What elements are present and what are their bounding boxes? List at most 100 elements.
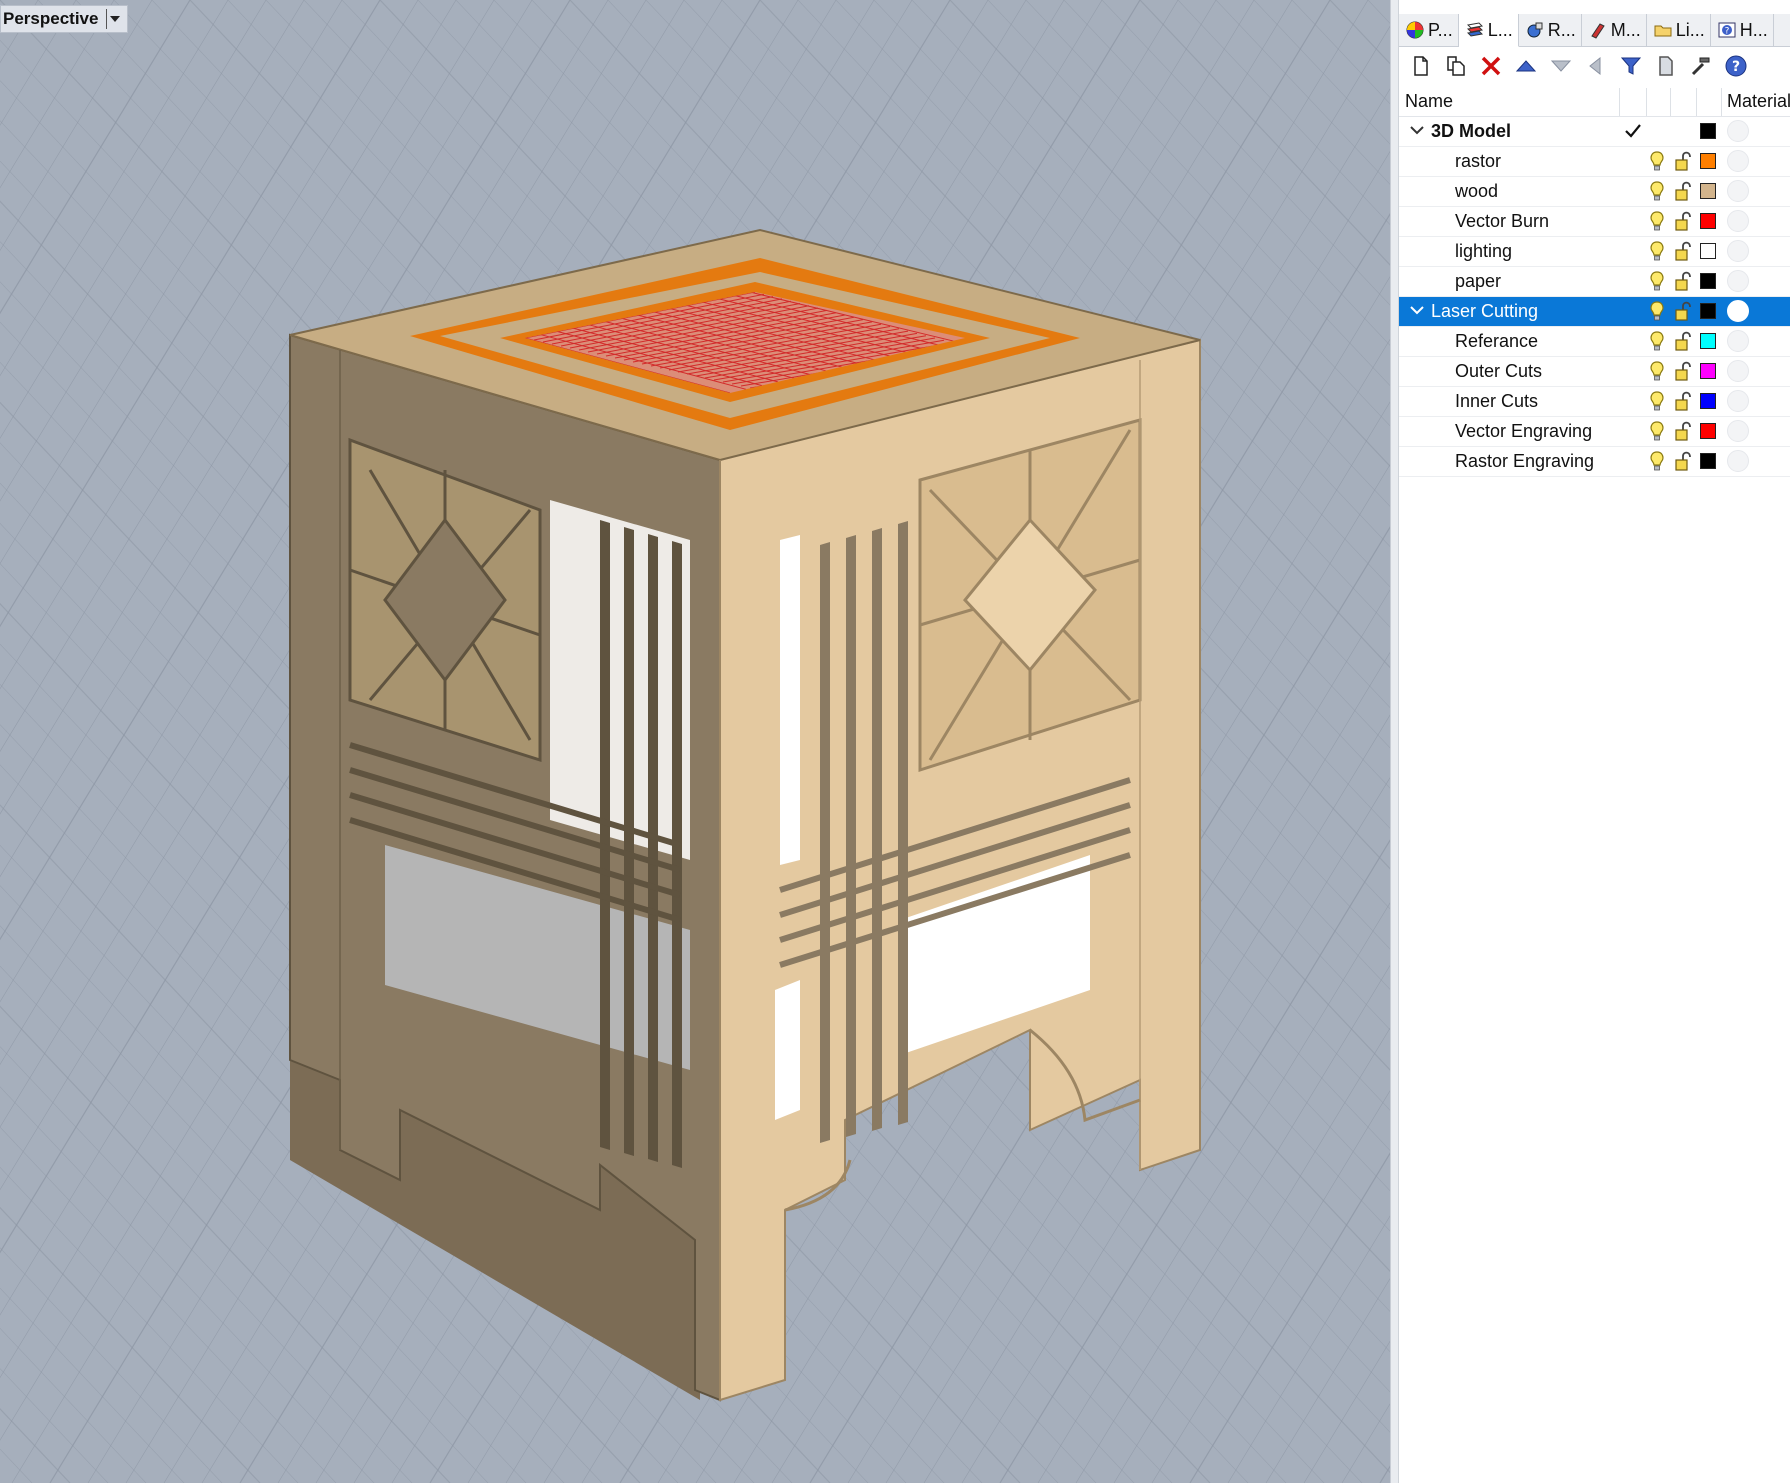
move-layer-down-button[interactable]: [1543, 50, 1578, 82]
layer-row[interactable]: rastor: [1399, 147, 1790, 177]
new-sublayer-button[interactable]: [1438, 50, 1473, 82]
unlocked-icon[interactable]: [1673, 450, 1693, 472]
unlocked-icon[interactable]: [1673, 300, 1693, 322]
layer-row[interactable]: Referance: [1399, 327, 1790, 357]
help-button[interactable]: ?: [1718, 50, 1753, 82]
panel-tab-properties[interactable]: P...: [1399, 14, 1459, 46]
viewport-title[interactable]: Perspective: [0, 5, 129, 33]
panel-tab-render[interactable]: R...: [1519, 14, 1582, 46]
unlocked-icon[interactable]: [1673, 270, 1693, 292]
material-swatch[interactable]: [1727, 390, 1749, 412]
perspective-viewport[interactable]: Perspective: [0, 0, 1390, 1483]
material-swatch[interactable]: [1727, 330, 1749, 352]
layer-row[interactable]: wood: [1399, 177, 1790, 207]
layer-color-swatch[interactable]: [1700, 243, 1716, 259]
material-swatch[interactable]: [1727, 300, 1749, 322]
unlocked-icon[interactable]: [1673, 150, 1693, 172]
lightbulb-icon[interactable]: [1649, 390, 1665, 412]
layer-name[interactable]: Referance: [1455, 331, 1538, 352]
lightbulb-icon[interactable]: [1649, 270, 1665, 292]
layer-color-swatch[interactable]: [1700, 123, 1716, 139]
material-swatch[interactable]: [1727, 210, 1749, 232]
move-layer-up-button[interactable]: [1508, 50, 1543, 82]
new-layer-button[interactable]: [1403, 50, 1438, 82]
layer-row[interactable]: Vector Burn: [1399, 207, 1790, 237]
layer-name[interactable]: Vector Engraving: [1455, 421, 1592, 442]
material-swatch[interactable]: [1727, 120, 1749, 142]
libraries-icon: [1653, 20, 1673, 40]
chevron-down-icon[interactable]: [1409, 302, 1425, 318]
lightbulb-icon[interactable]: [1649, 450, 1665, 472]
layer-row[interactable]: Rastor Engraving: [1399, 447, 1790, 477]
layer-color-swatch[interactable]: [1700, 363, 1716, 379]
lightbulb-icon[interactable]: [1649, 240, 1665, 262]
current-layer-check-icon[interactable]: [1623, 121, 1643, 141]
viewport-menu-dropdown[interactable]: [106, 9, 123, 29]
unlocked-icon[interactable]: [1673, 210, 1693, 232]
material-swatch[interactable]: [1727, 180, 1749, 202]
layer-name[interactable]: wood: [1455, 181, 1498, 202]
layer-color-swatch[interactable]: [1700, 303, 1716, 319]
layer-color-swatch[interactable]: [1700, 213, 1716, 229]
material-swatch[interactable]: [1727, 240, 1749, 262]
layer-row[interactable]: Laser Cutting: [1399, 297, 1790, 327]
viewport-scene[interactable]: [0, 0, 1390, 1483]
layer-name[interactable]: Rastor Engraving: [1455, 451, 1594, 472]
unlocked-icon[interactable]: [1673, 240, 1693, 262]
layer-color-swatch[interactable]: [1700, 393, 1716, 409]
layer-row[interactable]: Vector Engraving: [1399, 417, 1790, 447]
layer-row[interactable]: paper: [1399, 267, 1790, 297]
layer-name[interactable]: Vector Burn: [1455, 211, 1549, 232]
material-swatch[interactable]: [1727, 420, 1749, 442]
layer-row[interactable]: lighting: [1399, 237, 1790, 267]
layer-row[interactable]: Inner Cuts: [1399, 387, 1790, 417]
layer-name[interactable]: Outer Cuts: [1455, 361, 1542, 382]
lantern-model[interactable]: [289, 228, 1201, 1402]
lightbulb-icon[interactable]: [1649, 210, 1665, 232]
lightbulb-icon[interactable]: [1649, 300, 1665, 322]
layer-color-swatch[interactable]: [1700, 423, 1716, 439]
filter-button[interactable]: [1613, 50, 1648, 82]
layer-name[interactable]: Laser Cutting: [1431, 301, 1538, 322]
unlocked-icon[interactable]: [1673, 390, 1693, 412]
lightbulb-icon[interactable]: [1649, 360, 1665, 382]
layer-name[interactable]: lighting: [1455, 241, 1512, 262]
layer-name[interactable]: rastor: [1455, 151, 1501, 172]
layer-row[interactable]: 3D Model: [1399, 117, 1790, 147]
unlocked-icon[interactable]: [1673, 180, 1693, 202]
lightbulb-icon[interactable]: [1649, 150, 1665, 172]
layer-color-swatch[interactable]: [1700, 183, 1716, 199]
layer-name[interactable]: 3D Model: [1431, 121, 1511, 142]
lightbulb-icon[interactable]: [1649, 420, 1665, 442]
tools-button[interactable]: [1683, 50, 1718, 82]
unlocked-icon[interactable]: [1673, 420, 1693, 442]
move-layer-out-button[interactable]: [1578, 50, 1613, 82]
layer-name[interactable]: paper: [1455, 271, 1501, 292]
viewport-title-label[interactable]: Perspective: [3, 9, 98, 29]
layer-color-swatch[interactable]: [1700, 153, 1716, 169]
panel-tab-materials[interactable]: M...: [1582, 14, 1647, 46]
grid-line: [1177, 0, 1390, 226]
material-swatch[interactable]: [1727, 450, 1749, 472]
layer-color-swatch[interactable]: [1700, 273, 1716, 289]
lightbulb-icon[interactable]: [1649, 180, 1665, 202]
column-name-header[interactable]: Name: [1405, 91, 1453, 112]
layer-color-swatch[interactable]: [1700, 333, 1716, 349]
unlocked-icon[interactable]: [1673, 330, 1693, 352]
material-swatch[interactable]: [1727, 150, 1749, 172]
material-swatch[interactable]: [1727, 270, 1749, 292]
material-swatch[interactable]: [1727, 360, 1749, 382]
layer-row[interactable]: Outer Cuts: [1399, 357, 1790, 387]
column-material-header[interactable]: Material: [1727, 91, 1790, 112]
panel-tab-help[interactable]: ? H...: [1711, 14, 1774, 46]
chevron-down-icon[interactable]: [1409, 122, 1425, 138]
delete-layer-button[interactable]: [1473, 50, 1508, 82]
lightbulb-icon[interactable]: [1649, 330, 1665, 352]
layer-color-swatch[interactable]: [1700, 453, 1716, 469]
layer-states-button[interactable]: [1648, 50, 1683, 82]
unlocked-icon[interactable]: [1673, 360, 1693, 382]
layer-name[interactable]: Inner Cuts: [1455, 391, 1538, 412]
grid-line: [1189, 1152, 1390, 1483]
panel-tab-libraries[interactable]: Li...: [1647, 14, 1711, 46]
panel-tab-layers[interactable]: L...: [1458, 14, 1519, 47]
